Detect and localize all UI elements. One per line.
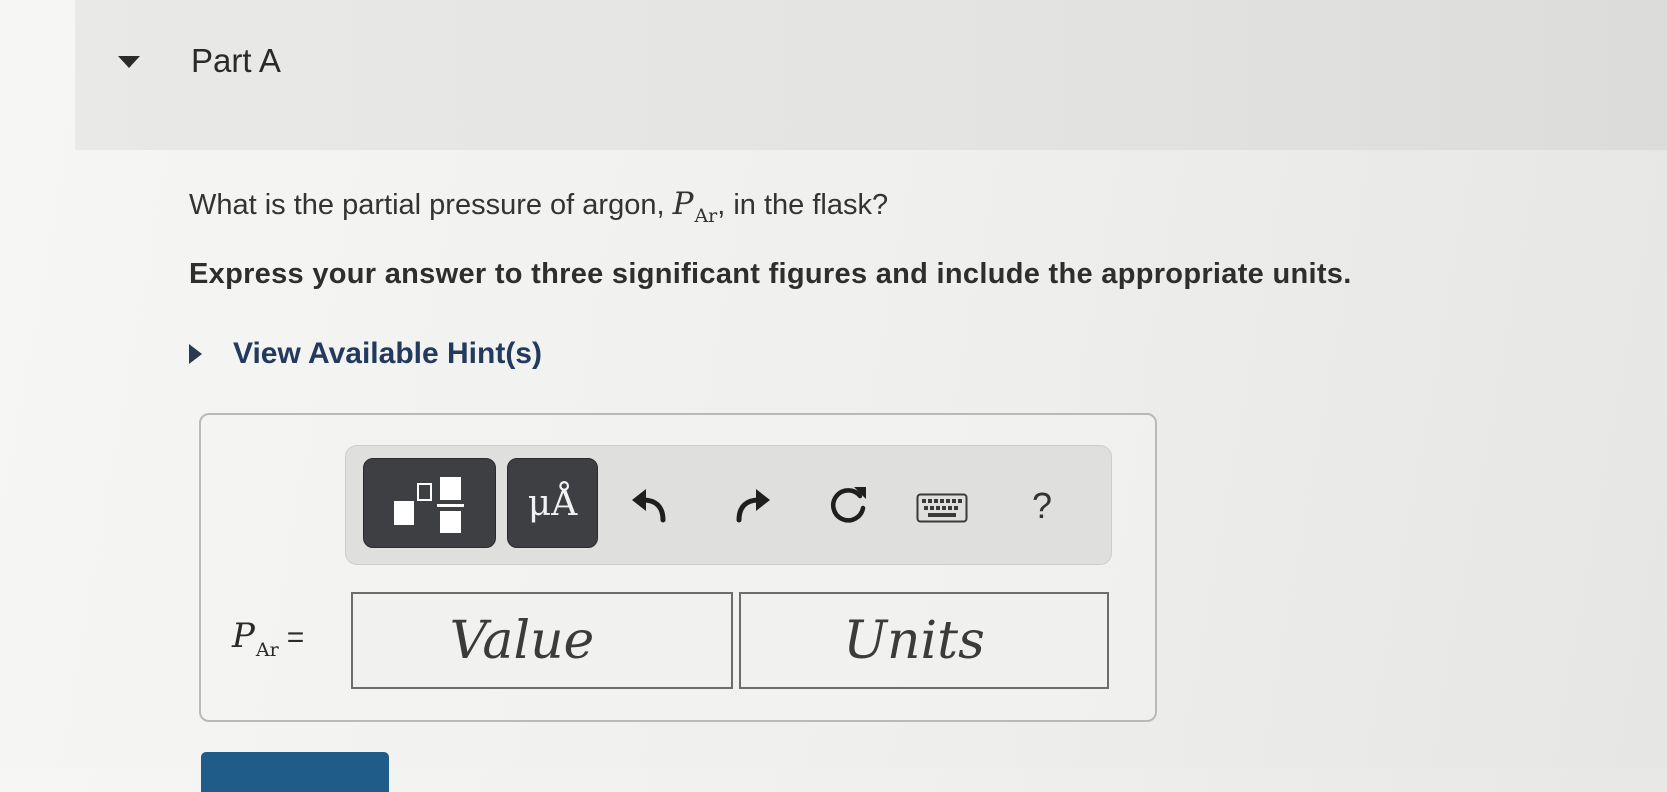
units-input[interactable]: Units bbox=[739, 592, 1109, 689]
redo-button[interactable] bbox=[727, 480, 777, 530]
question-suffix: , in the flask? bbox=[717, 189, 889, 221]
undo-button[interactable] bbox=[625, 480, 675, 530]
collapse-triangle-icon[interactable] bbox=[118, 56, 140, 68]
view-hints-toggle[interactable]: View Available Hint(s) bbox=[189, 334, 542, 374]
submit-button[interactable] bbox=[201, 752, 389, 792]
help-button-label: ? bbox=[1031, 485, 1053, 526]
undo-icon bbox=[632, 489, 666, 523]
templates-button[interactable] bbox=[363, 458, 496, 548]
help-button[interactable]: ? bbox=[1017, 478, 1067, 534]
value-input[interactable]: Value bbox=[351, 592, 733, 689]
part-title: Part A bbox=[191, 42, 281, 79]
reset-icon bbox=[831, 487, 866, 523]
reset-button[interactable] bbox=[820, 478, 876, 534]
question-variable: P bbox=[672, 186, 694, 222]
part-header[interactable] bbox=[75, 0, 1667, 150]
units-button[interactable]: μÅ bbox=[507, 458, 598, 548]
keyboard-icon bbox=[916, 493, 968, 523]
keyboard-button[interactable] bbox=[914, 488, 970, 528]
question-text: What is the partial pressure of argon, P… bbox=[189, 186, 889, 227]
expand-triangle-icon bbox=[189, 344, 202, 364]
view-hints-label[interactable]: View Available Hint(s) bbox=[233, 337, 542, 371]
answer-variable-subscript: Ar bbox=[255, 639, 279, 661]
equals-sign: = bbox=[286, 621, 305, 654]
templates-icon bbox=[393, 477, 464, 533]
answer-instruction: Express your answer to three significant… bbox=[189, 258, 1352, 290]
redo-icon bbox=[736, 489, 770, 523]
question-prefix: What is the partial pressure of argon, bbox=[189, 189, 665, 221]
answer-variable-label: PAr = bbox=[232, 616, 305, 661]
units-button-label: μÅ bbox=[527, 482, 578, 524]
answer-variable: P bbox=[232, 616, 255, 656]
question-variable-subscript: Ar bbox=[694, 205, 718, 227]
